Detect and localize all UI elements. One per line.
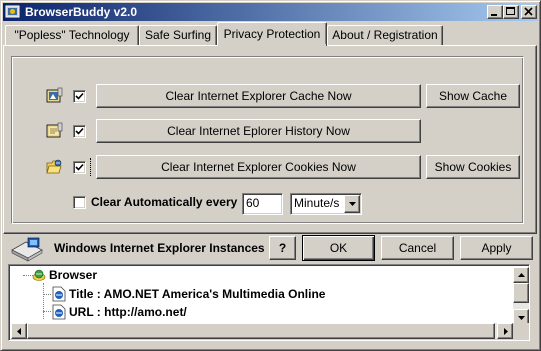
maximize-icon bbox=[506, 7, 515, 15]
arrow-down-icon bbox=[518, 316, 525, 320]
auto-clear-label: Clear Automatically every bbox=[91, 195, 238, 209]
arrow-up-icon bbox=[518, 273, 525, 277]
cookies-checkbox[interactable] bbox=[73, 161, 86, 174]
tree-root-label[interactable]: Browser bbox=[49, 268, 97, 282]
browser-node-icon bbox=[32, 269, 46, 281]
app-icon bbox=[5, 5, 20, 18]
chevron-down-icon bbox=[349, 202, 356, 206]
cookies-folder-icon bbox=[46, 159, 62, 174]
ok-label: OK bbox=[329, 241, 348, 255]
window-title: BrowserBuddy v2.0 bbox=[25, 5, 138, 19]
tab-label: About / Registration bbox=[332, 28, 438, 42]
arrow-left-icon bbox=[17, 328, 21, 335]
clear-cookies-label: Clear Internet Explorer Cookies Now bbox=[161, 160, 356, 174]
history-icon bbox=[46, 122, 63, 138]
tab-privacy-protection[interactable]: Privacy Protection bbox=[217, 22, 327, 46]
history-checkbox[interactable] bbox=[73, 125, 86, 138]
tab-label: Privacy Protection bbox=[223, 27, 321, 41]
scroll-corner bbox=[513, 323, 529, 339]
tab-label: "Popless" Technology bbox=[14, 28, 130, 42]
tab-popless-technology[interactable]: "Popless" Technology bbox=[5, 25, 139, 46]
clear-history-button[interactable]: Clear Internet Eplorer History Now bbox=[96, 119, 421, 143]
scroll-right-button[interactable] bbox=[497, 323, 513, 339]
auto-clear-interval-input[interactable]: 60 bbox=[242, 193, 283, 215]
ie-document-icon bbox=[52, 304, 66, 320]
scroll-left-button[interactable] bbox=[11, 323, 27, 339]
interval-unit-value: Minute/s bbox=[294, 196, 340, 210]
tab-safe-surfing[interactable]: Safe Surfing bbox=[139, 25, 217, 46]
browser-instances-icon bbox=[11, 237, 43, 262]
tab-label: Safe Surfing bbox=[144, 28, 212, 42]
tab-about-registration[interactable]: About / Registration bbox=[327, 25, 443, 46]
unit-dropdown-button[interactable] bbox=[344, 195, 360, 213]
show-cache-button[interactable]: Show Cache bbox=[426, 84, 520, 108]
show-cache-label: Show Cache bbox=[438, 89, 508, 103]
cache-checkbox[interactable] bbox=[73, 90, 86, 103]
browser-tree[interactable]: Browser Title : AMO.NET America's Multim… bbox=[8, 264, 530, 341]
title-bar[interactable]: BrowserBuddy v2.0 bbox=[3, 3, 538, 21]
tree-line bbox=[43, 283, 44, 319]
horizontal-scroll-thumb[interactable] bbox=[27, 323, 495, 339]
arrow-right-icon bbox=[504, 328, 508, 335]
minimize-button[interactable] bbox=[487, 5, 503, 19]
checkmark-icon bbox=[75, 127, 84, 135]
interval-unit-select[interactable]: Minute/s bbox=[290, 193, 362, 215]
show-cookies-label: Show Cookies bbox=[434, 160, 512, 174]
tree-title-node[interactable]: Title : AMO.NET America's Multimedia Onl… bbox=[69, 287, 325, 301]
ie-document-icon bbox=[52, 286, 66, 302]
instances-label: Windows Internet Explorer Instances bbox=[54, 241, 265, 255]
tree-line bbox=[43, 294, 51, 295]
help-button[interactable]: ? bbox=[269, 236, 296, 260]
help-label: ? bbox=[278, 241, 287, 255]
apply-button[interactable]: Apply bbox=[460, 236, 533, 260]
maximize-button[interactable] bbox=[503, 5, 519, 19]
tree-line bbox=[43, 311, 51, 312]
focus-marker bbox=[90, 158, 91, 176]
scroll-up-button[interactable] bbox=[513, 267, 529, 283]
close-icon bbox=[524, 7, 533, 16]
vertical-scroll-thumb[interactable] bbox=[513, 283, 529, 303]
cancel-label: Cancel bbox=[398, 241, 437, 255]
tab-join bbox=[218, 44, 326, 47]
close-button[interactable] bbox=[521, 5, 537, 19]
cache-icon bbox=[46, 87, 63, 103]
auto-clear-interval-value: 60 bbox=[246, 196, 260, 210]
minimize-icon bbox=[491, 14, 497, 16]
clear-cookies-button[interactable]: Clear Internet Explorer Cookies Now bbox=[96, 155, 421, 179]
cancel-button[interactable]: Cancel bbox=[381, 236, 454, 260]
auto-clear-checkbox[interactable] bbox=[73, 196, 86, 209]
ok-button[interactable]: OK bbox=[302, 235, 375, 261]
show-cookies-button[interactable]: Show Cookies bbox=[426, 155, 520, 179]
clear-cache-label: Clear Internet Explorer Cache Now bbox=[165, 89, 352, 103]
clear-history-label: Clear Internet Eplorer History Now bbox=[167, 124, 350, 138]
apply-label: Apply bbox=[481, 241, 512, 255]
checkmark-icon bbox=[75, 163, 84, 171]
checkmark-icon bbox=[75, 92, 84, 100]
clear-cache-button[interactable]: Clear Internet Explorer Cache Now bbox=[96, 84, 421, 108]
tree-url-node[interactable]: URL : http://amo.net/ bbox=[69, 305, 187, 319]
